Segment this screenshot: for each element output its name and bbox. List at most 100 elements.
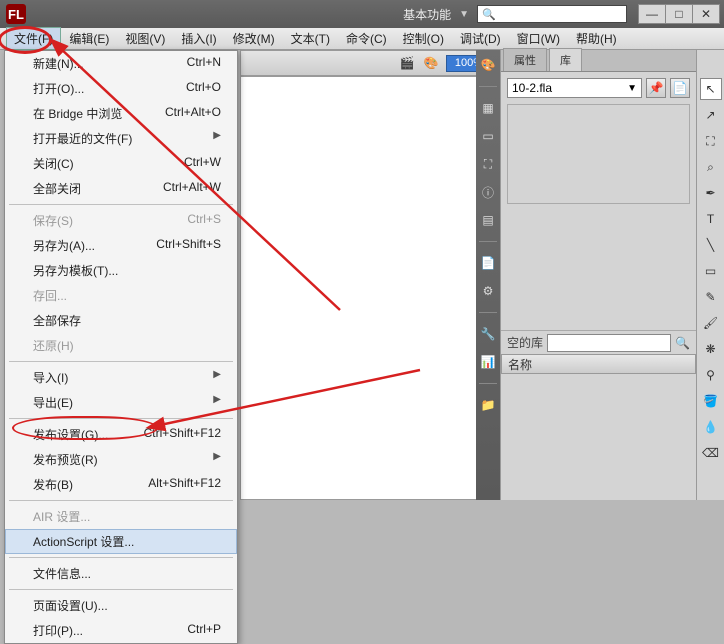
- icon-rail: 🎨 ▦ ▭ ⛶ ⓘ ▤ 📄 ⚙ 🔧 📊 📁: [476, 50, 500, 500]
- menu-item-1[interactable]: 打开(O)... Ctrl+O: [5, 76, 237, 101]
- rect-tool-icon[interactable]: ▭: [700, 260, 722, 282]
- menu-item-9[interactable]: 另存为模板(T)...: [5, 258, 237, 283]
- line-tool-icon[interactable]: ╲: [700, 234, 722, 256]
- swatch-icon[interactable]: ▤: [479, 211, 497, 229]
- menu-control[interactable]: 控制(O): [395, 27, 452, 50]
- symbol-icon[interactable]: 🎨: [422, 54, 440, 72]
- menu-item-label: 发布设置(G)...: [33, 426, 108, 443]
- menu-item-0[interactable]: 新建(N)...Ctrl+N: [5, 51, 237, 76]
- pin-button[interactable]: 📌: [646, 78, 666, 98]
- empty-library-label: 空的库: [507, 334, 543, 351]
- menu-item-8[interactable]: 另存为(A)...Ctrl+Shift+S: [5, 233, 237, 258]
- scene-icon[interactable]: 🎬: [398, 54, 416, 72]
- deco-tool-icon[interactable]: ❋: [700, 338, 722, 360]
- menu-shortcut: Ctrl+Alt+W: [163, 180, 221, 197]
- menu-item-label: 发布预览(R): [33, 451, 98, 468]
- menu-insert[interactable]: 插入(I): [173, 27, 224, 50]
- menu-item-label: 导入(I): [33, 369, 68, 386]
- menu-item-14[interactable]: 导入(I)▶: [5, 365, 237, 390]
- menu-file[interactable]: 文件(F): [6, 27, 61, 50]
- menu-item-4[interactable]: 关闭(C)Ctrl+W: [5, 151, 237, 176]
- eraser-tool-icon[interactable]: ⌫: [700, 442, 722, 464]
- minimize-button[interactable]: —: [638, 4, 666, 24]
- subselect-tool-icon[interactable]: ↗: [700, 104, 722, 126]
- transform-icon[interactable]: ⛶: [479, 155, 497, 173]
- menu-item-label: 打开最近的文件(F): [33, 130, 132, 147]
- align-icon[interactable]: ▦: [479, 99, 497, 117]
- library-search-input[interactable]: [547, 334, 671, 352]
- menu-item-label: 另存为(A)...: [33, 237, 95, 254]
- menu-item-label: 发布(B): [33, 476, 73, 493]
- menu-item-2[interactable]: 在 Bridge 中浏览Ctrl+Alt+O: [5, 101, 237, 126]
- menu-shortcut: Ctrl+O: [186, 80, 221, 97]
- free-transform-icon[interactable]: ⛶: [700, 130, 722, 152]
- bucket-tool-icon[interactable]: 🪣: [700, 390, 722, 412]
- brush-tool-icon[interactable]: 🖌: [700, 312, 722, 334]
- library-file-select[interactable]: 10-2.fla ▼: [507, 78, 642, 98]
- menu-item-18[interactable]: 发布预览(R)▶: [5, 447, 237, 472]
- tab-library[interactable]: 库: [549, 48, 582, 71]
- menu-shortcut: Alt+Shift+F12: [148, 476, 221, 493]
- maximize-button[interactable]: □: [665, 4, 693, 24]
- eyedrop-tool-icon[interactable]: 💧: [700, 416, 722, 438]
- library-icon[interactable]: ▭: [479, 127, 497, 145]
- actions-icon[interactable]: 📄: [479, 254, 497, 272]
- menu-modify[interactable]: 修改(M): [225, 27, 283, 50]
- menu-item-26[interactable]: 页面设置(U)...: [5, 593, 237, 618]
- submenu-arrow-icon: ▶: [213, 394, 221, 411]
- menu-separator: [9, 361, 233, 362]
- menu-item-27[interactable]: 打印(P)...Ctrl+P: [5, 618, 237, 643]
- pen-tool-icon[interactable]: ✒: [700, 182, 722, 204]
- menu-item-label: AIR 设置...: [33, 508, 90, 525]
- menu-command[interactable]: 命令(C): [338, 27, 395, 50]
- close-button[interactable]: ✕: [692, 4, 720, 24]
- text-tool-icon[interactable]: T: [700, 208, 722, 230]
- project-icon[interactable]: 📁: [479, 396, 497, 414]
- menu-separator: [9, 557, 233, 558]
- menu-item-19[interactable]: 发布(B) Alt+Shift+F12: [5, 472, 237, 497]
- tab-properties[interactable]: 属性: [503, 48, 547, 71]
- menubar: 文件(F) 编辑(E) 视图(V) 插入(I) 修改(M) 文本(T) 命令(C…: [0, 28, 724, 50]
- palette-icon[interactable]: 🎨: [479, 56, 497, 74]
- lasso-tool-icon[interactable]: ⌕: [700, 156, 722, 178]
- menu-debug[interactable]: 调试(D): [452, 27, 509, 50]
- new-lib-button[interactable]: 📄: [670, 78, 690, 98]
- menu-item-label: 文件信息...: [33, 565, 91, 582]
- stage-canvas[interactable]: [240, 76, 499, 500]
- menu-item-17[interactable]: 发布设置(G)... Ctrl+Shift+F12: [5, 422, 237, 447]
- pencil-tool-icon[interactable]: ✎: [700, 286, 722, 308]
- menu-item-11[interactable]: 全部保存: [5, 308, 237, 333]
- menu-item-22[interactable]: ActionScript 设置...: [5, 529, 237, 554]
- menu-item-5[interactable]: 全部关闭 Ctrl+Alt+W: [5, 176, 237, 201]
- library-file-name: 10-2.fla: [512, 81, 552, 95]
- chevron-down-icon: ▼: [627, 83, 637, 94]
- menu-item-15[interactable]: 导出(E)▶: [5, 390, 237, 415]
- menu-edit[interactable]: 编辑(E): [61, 27, 117, 50]
- menu-text[interactable]: 文本(T): [283, 27, 338, 50]
- menu-item-label: 保存(S): [33, 212, 73, 229]
- menu-item-10: 存回...: [5, 283, 237, 308]
- menu-item-label: 打开(O)...: [33, 80, 84, 97]
- menu-item-24[interactable]: 文件信息...: [5, 561, 237, 586]
- components-icon[interactable]: 🔧: [479, 325, 497, 343]
- info-icon[interactable]: ⓘ: [479, 183, 497, 201]
- menu-item-label: 关闭(C): [33, 155, 74, 172]
- bone-tool-icon[interactable]: ⚲: [700, 364, 722, 386]
- library-column-name[interactable]: 名称: [501, 354, 696, 374]
- behaviors-icon[interactable]: ⚙: [479, 282, 497, 300]
- menu-window[interactable]: 窗口(W): [509, 27, 568, 50]
- menu-shortcut: Ctrl+N: [187, 55, 221, 72]
- selection-tool-icon[interactable]: ↖: [700, 78, 722, 100]
- search-icon[interactable]: 🔍: [675, 336, 690, 350]
- workspace-label[interactable]: 基本功能: [403, 6, 451, 23]
- tools-panel: ↖ ↗ ⛶ ⌕ ✒ T ╲ ▭ ✎ 🖌 ❋ ⚲ 🪣 💧 ⌫: [696, 50, 724, 500]
- help-search-input[interactable]: 🔍: [477, 5, 627, 23]
- menu-item-3[interactable]: 打开最近的文件(F)▶: [5, 126, 237, 151]
- workspace-drop-icon[interactable]: ▼: [459, 9, 469, 20]
- menu-help[interactable]: 帮助(H): [568, 27, 625, 50]
- menu-item-label: 全部关闭: [33, 180, 81, 197]
- menu-shortcut: Ctrl+S: [187, 212, 221, 229]
- menu-shortcut: Ctrl+Shift+F12: [144, 426, 221, 443]
- motion-icon[interactable]: 📊: [479, 353, 497, 371]
- menu-view[interactable]: 视图(V): [117, 27, 173, 50]
